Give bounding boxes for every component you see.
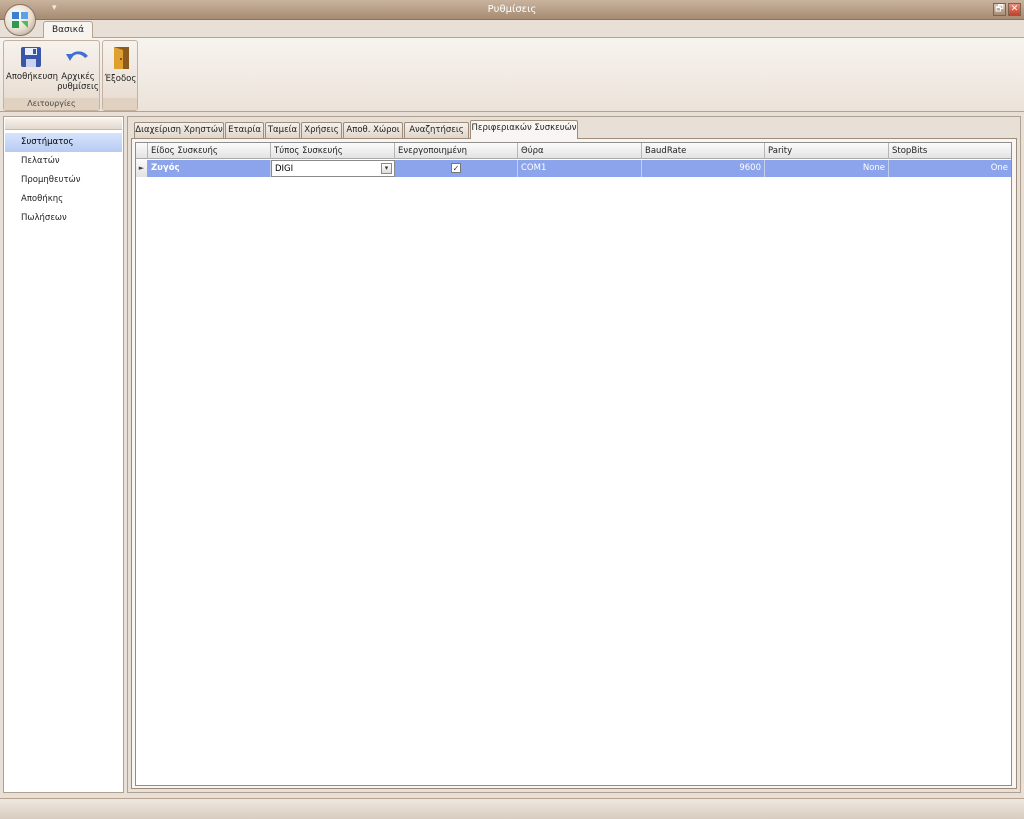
column-header-device-type[interactable]: Τύπος Συσκευής — [271, 143, 395, 159]
title-bar: ▾ Ρυθμίσεις 🗗 ✕ — [0, 0, 1024, 20]
sidebar-item-sales[interactable]: Πωλήσεων — [5, 209, 122, 228]
sidebar-item-suppliers[interactable]: Προμηθευτών — [5, 171, 122, 190]
column-header-port[interactable]: Θύρα — [518, 143, 642, 159]
save-button[interactable]: Αποθήκευση — [6, 43, 59, 82]
tab-searches[interactable]: Αναζητήσεις — [404, 122, 469, 138]
header-indicator-cell — [136, 143, 148, 159]
tab-page-peripheral-devices: Είδος Συσκευής Τύπος Συσκευής Ενεργοποιη… — [131, 138, 1017, 789]
exit-button[interactable]: Έξοδος — [104, 43, 137, 84]
save-icon — [21, 47, 41, 67]
cell-baud-rate[interactable]: 9600 — [642, 160, 765, 177]
tab-cash-registers[interactable]: Ταμεία — [265, 122, 300, 138]
application-menu-button[interactable] — [4, 4, 36, 36]
dropdown-arrow-icon[interactable]: ▾ — [381, 163, 392, 174]
cell-port[interactable]: COM1 — [518, 160, 642, 177]
cell-device-kind[interactable]: Ζυγός — [148, 160, 271, 177]
status-bar — [0, 798, 1024, 819]
window-title: Ρυθμίσεις — [487, 4, 537, 15]
main-panel: Διαχείριση Χρηστών Εταιρία Ταμεία Χρήσει… — [127, 116, 1021, 793]
tab-fiscal-years[interactable]: Χρήσεις — [301, 122, 342, 138]
restore-button[interactable]: 🗗 — [993, 3, 1006, 16]
grid-header: Είδος Συσκευής Τύπος Συσκευής Ενεργοποιη… — [136, 143, 1011, 159]
settings-category-sidebar: Συστήματος Πελατών Προμηθευτών Αποθήκης … — [3, 116, 124, 793]
group-label-functions: Λειτουργίες — [4, 98, 99, 110]
sidebar-header — [5, 118, 122, 130]
row-indicator-icon[interactable]: ► — [136, 160, 148, 177]
close-button[interactable]: ✕ — [1008, 3, 1021, 16]
column-header-parity[interactable]: Parity — [765, 143, 889, 159]
column-header-baud-rate[interactable]: BaudRate — [642, 143, 765, 159]
cell-stop-bits[interactable]: One — [889, 160, 1011, 177]
tab-user-management[interactable]: Διαχείριση Χρηστών — [134, 122, 224, 138]
cell-parity[interactable]: None — [765, 160, 889, 177]
sidebar-item-customers[interactable]: Πελατών — [5, 152, 122, 171]
tab-peripheral-devices[interactable]: Περιφεριακών Συσκευών — [470, 120, 578, 139]
device-type-value: DIGI — [275, 164, 294, 174]
sidebar-item-warehouse[interactable]: Αποθήκης — [5, 190, 122, 209]
table-row[interactable]: ► Ζυγός DIGI ▾ ✓ COM1 9600 None One — [136, 160, 1011, 177]
reset-settings-label: Αρχικές ρυθμίσεις — [57, 72, 99, 92]
column-header-device-kind[interactable]: Είδος Συσκευής — [148, 143, 271, 159]
sidebar-item-system[interactable]: Συστήματος — [5, 133, 122, 152]
tab-company[interactable]: Εταιρία — [225, 122, 264, 138]
enabled-checkbox[interactable]: ✓ — [451, 163, 461, 173]
device-type-combobox[interactable]: DIGI ▾ — [271, 160, 395, 177]
ribbon-group-functions: Αποθήκευση Αρχικές ρυθμίσεις Λειτουργίες — [3, 40, 100, 111]
reset-settings-button[interactable]: Αρχικές ρυθμίσεις — [56, 43, 100, 92]
exit-door-icon — [113, 47, 129, 69]
tab-storage-locations[interactable]: Αποθ. Χώροι — [343, 122, 403, 138]
exit-label: Έξοδος — [104, 74, 137, 84]
devices-grid: Είδος Συσκευής Τύπος Συσκευής Ενεργοποιη… — [135, 142, 1012, 786]
column-header-enabled[interactable]: Ενεργοποιημένη — [395, 143, 518, 159]
group-label-exit — [103, 98, 137, 110]
undo-icon — [66, 51, 88, 61]
ribbon-group-exit: Έξοδος — [102, 40, 138, 111]
ribbon: Αποθήκευση Αρχικές ρυθμίσεις Λειτουργίες… — [0, 37, 1024, 112]
ribbon-tab-basic[interactable]: Βασικά — [43, 21, 93, 38]
save-label: Αποθήκευση — [6, 72, 59, 82]
cell-enabled: ✓ — [395, 160, 518, 177]
column-header-stop-bits[interactable]: StopBits — [889, 143, 1011, 159]
app-logo-icon — [12, 12, 28, 28]
